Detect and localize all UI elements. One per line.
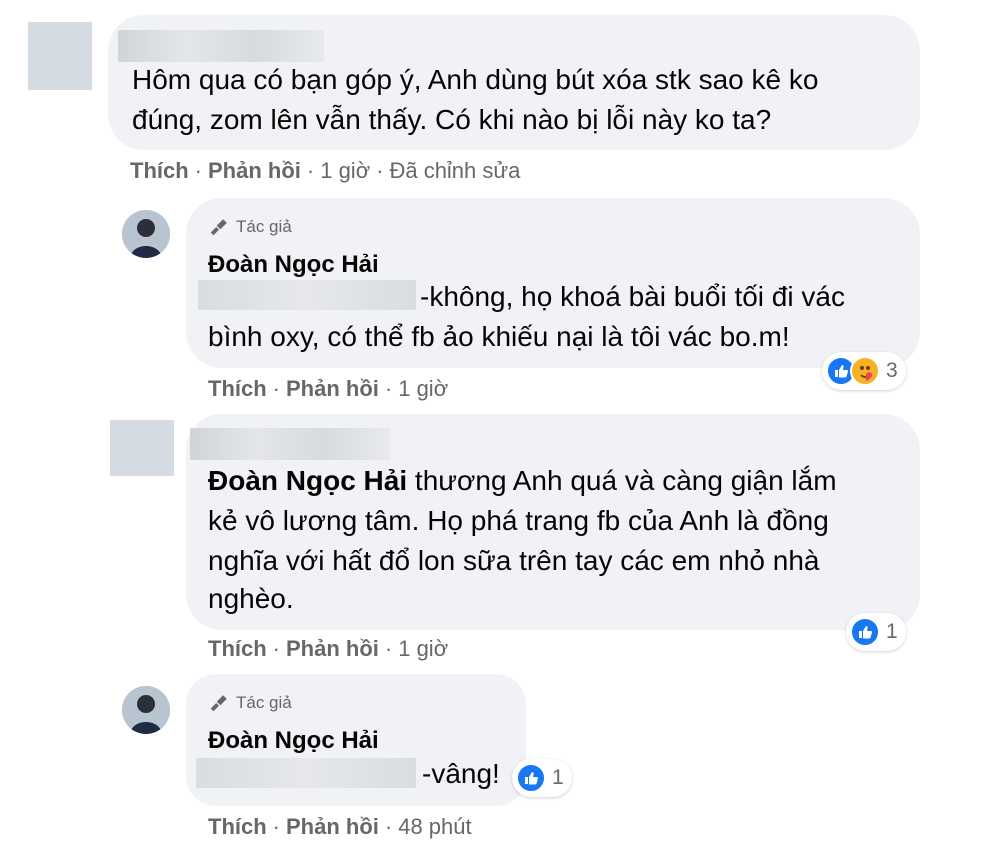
reply-link[interactable]: Phản hồi (286, 636, 379, 661)
comment-actions: Thích · Phản hồi · 1 giờ (208, 636, 449, 661)
comment-text-line: nghèo. (208, 583, 294, 614)
timestamp[interactable]: 1 giờ (398, 636, 448, 661)
microphone-icon (210, 219, 227, 236)
mention-link[interactable]: Đoàn Ngọc Hải (208, 465, 407, 496)
commenter-name[interactable]: Đoàn Ngọc Hải (208, 251, 379, 279)
microphone-icon (210, 695, 227, 712)
reaction-summary[interactable]: 1 (512, 759, 572, 797)
reaction-summary[interactable]: 1 (846, 613, 906, 651)
like-icon (516, 763, 546, 793)
reaction-summary[interactable]: 3 (822, 352, 906, 390)
comment-actions: Thích · Phản hồi · 1 giờ (208, 376, 449, 401)
author-badge-label: Tác giả (236, 217, 292, 236)
like-link[interactable]: Thích (130, 158, 189, 183)
edited-label: Đã chỉnh sửa (389, 158, 521, 183)
author-badge: Tác giả (208, 216, 292, 238)
avatar[interactable] (110, 420, 174, 476)
mention-tag[interactable] (196, 758, 416, 788)
comment-text-line: -vâng! (422, 758, 500, 789)
avatar[interactable] (28, 22, 92, 90)
comment-actions: Thích · Phản hồi · 1 giờ · Đã chỉnh sửa (130, 158, 521, 183)
commenter-name[interactable] (118, 30, 324, 62)
reaction-count: 1 (886, 620, 898, 643)
comment-actions: Thích · Phản hồi · 48 phút (208, 814, 472, 839)
author-badge-label: Tác giả (236, 693, 292, 712)
comment-text-line: bình oxy, có thể fb ảo khiếu nại là tôi … (208, 321, 790, 352)
reply-link[interactable]: Phản hồi (286, 814, 379, 839)
reaction-count: 3 (886, 359, 898, 382)
comment-text-line: Hôm qua có bạn góp ý, Anh dùng bút xóa s… (132, 64, 819, 95)
avatar[interactable] (122, 210, 170, 258)
like-link[interactable]: Thích (208, 376, 267, 401)
reply-link[interactable]: Phản hồi (286, 376, 379, 401)
author-badge: Tác giả (208, 692, 292, 714)
commenter-name[interactable]: Đoàn Ngọc Hải (208, 727, 379, 755)
mention-tag[interactable] (198, 280, 416, 310)
timestamp[interactable]: 1 giờ (320, 158, 370, 183)
avatar[interactable] (122, 686, 170, 734)
like-link[interactable]: Thích (208, 814, 267, 839)
comment-text-line: nghĩa với hất đổ lon sữa trên tay các em… (208, 545, 820, 576)
like-icon (850, 617, 880, 647)
timestamp[interactable]: 1 giờ (398, 376, 448, 401)
commenter-name[interactable] (190, 428, 390, 460)
timestamp[interactable]: 48 phút (398, 814, 471, 839)
comment-text-line: Đoàn Ngọc Hải thương Anh quá và càng giậ… (208, 465, 837, 496)
comment-text-line: đúng, zom lên vẫn thấy. Có khi nào bị lỗ… (132, 104, 772, 135)
comment-text-line: kẻ vô lương tâm. Họ phá trang fb của Anh… (208, 505, 829, 536)
like-link[interactable]: Thích (208, 636, 267, 661)
reaction-count: 1 (552, 766, 564, 789)
reply-link[interactable]: Phản hồi (208, 158, 301, 183)
care-icon (850, 356, 880, 386)
comment-text-line: -không, họ khoá bài buổi tối đi vác (420, 281, 845, 312)
